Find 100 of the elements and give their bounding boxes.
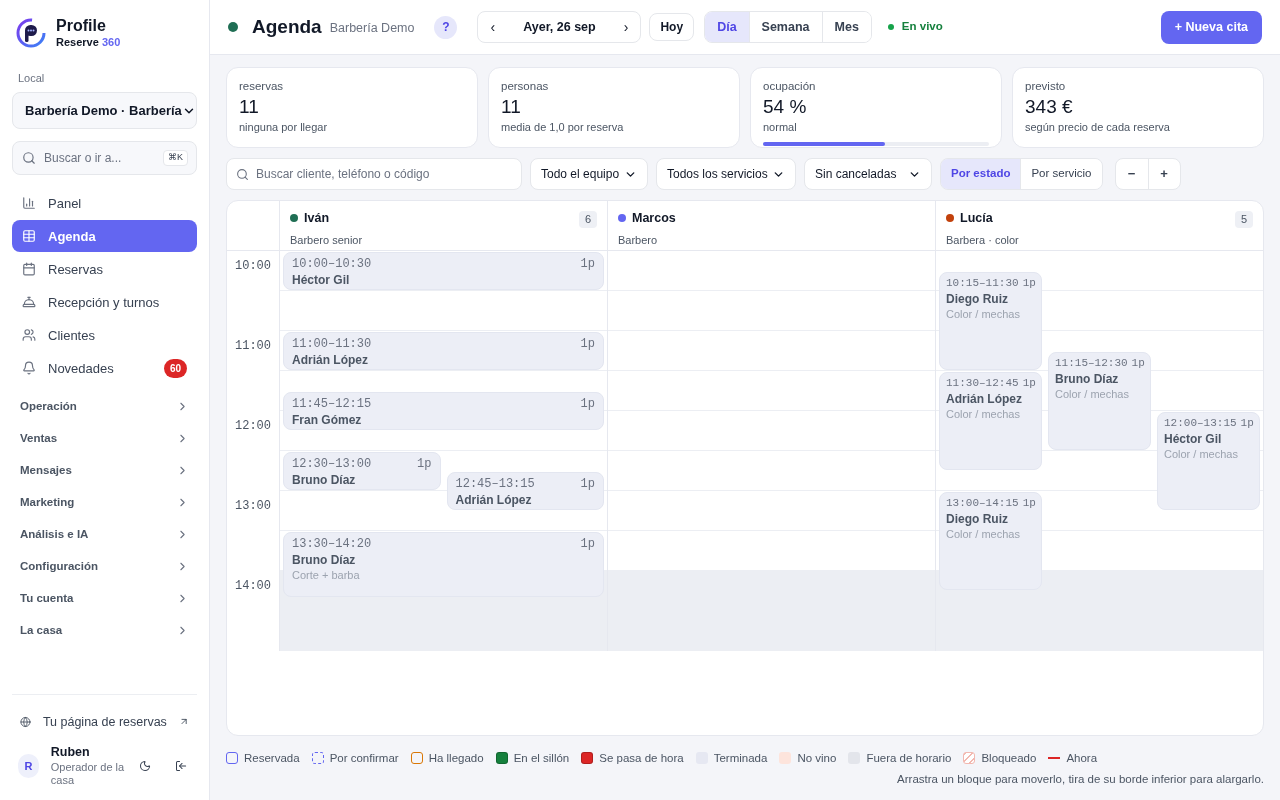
appointment-time: 12:00–13:15 <box>1164 416 1237 431</box>
cancellations-select[interactable]: Sin canceladas <box>804 158 932 190</box>
hour-label: 10:00 <box>235 258 271 273</box>
appointment-time: 10:00–10:30 <box>292 256 372 273</box>
appointment-block[interactable]: 10:15–11:30 1p Diego Ruiz Color / mechas <box>939 272 1042 370</box>
party-size: 1p <box>417 456 432 473</box>
stat-note: normal <box>763 120 798 136</box>
color-mode-tab[interactable]: Por servicio <box>1020 159 1102 189</box>
service-name: Color / mechas <box>1055 386 1130 401</box>
next-day-button[interactable]: › <box>615 16 637 38</box>
local-label: Local <box>17 70 46 86</box>
client-search-field[interactable]: Buscar cliente, teléfono o código <box>226 158 522 190</box>
client-name: Bruno Díaz <box>1055 371 1120 387</box>
party-size: 1p <box>1240 416 1254 431</box>
new-appointment-button[interactable]: + Nueva cita <box>1160 10 1262 44</box>
client-name: Bruno Díaz <box>292 553 357 568</box>
nav-item[interactable]: Novedades 60 <box>12 352 197 385</box>
local-select[interactable]: Barbería Demo · Barbería <box>12 92 197 130</box>
nav-item[interactable]: Reservas <box>12 253 197 286</box>
appointment-time: 11:45–12:15 <box>292 396 372 413</box>
avatar: R <box>18 754 39 779</box>
nav-item[interactable]: Recepción y turnos <box>12 286 197 319</box>
hour-label: 12:00 <box>235 418 271 433</box>
stat-value: 343 € <box>1025 95 1074 120</box>
current-date: Ayer, 26 sep <box>523 18 596 36</box>
party-size: 1p <box>580 396 595 413</box>
legend-label: Por confirmar <box>329 750 399 766</box>
section-toggle[interactable]: Tu cuenta <box>12 582 197 615</box>
nav-item[interactable]: Agenda <box>12 220 197 253</box>
nav-item[interactable]: Panel <box>12 187 197 220</box>
search-icon <box>236 168 249 181</box>
section-toggle[interactable]: Configuración <box>12 550 197 583</box>
logo-icon <box>16 17 46 48</box>
appointment-block[interactable]: 11:15–12:30 1p Bruno Díaz Color / mechas <box>1048 352 1151 450</box>
moon-icon[interactable] <box>138 759 151 774</box>
public-page-link[interactable]: Tu página de reservas <box>12 706 197 737</box>
team-select[interactable]: Todo el equipo <box>530 158 648 190</box>
novedades-icon <box>22 361 36 376</box>
client-name: Diego Ruiz <box>946 291 1009 307</box>
count-badge: 60 <box>163 358 187 378</box>
legend-label: Se pasa de hora <box>599 750 684 766</box>
appointment-count: 6 <box>578 211 597 228</box>
service-name: Corte + barba <box>292 568 361 582</box>
client-name: Adrián López <box>292 353 369 368</box>
appointment-block[interactable]: 12:00–13:15 1p Héctor Gil Color / mechas <box>1157 412 1260 510</box>
page-title: Agenda <box>252 14 322 39</box>
appointment-time: 12:45–13:15 <box>455 476 535 493</box>
appointment-time: 13:30–14:20 <box>292 536 372 553</box>
section-toggle[interactable]: Análisis e IA <box>12 518 197 551</box>
logout-icon[interactable] <box>174 759 187 774</box>
hour-label: 11:00 <box>235 338 271 353</box>
appointment-block[interactable]: 13:00–14:15 1p Diego Ruiz Color / mechas <box>939 492 1042 590</box>
user-role: Operador de la casa <box>50 760 126 788</box>
zoom-in-button[interactable]: + <box>1147 159 1180 189</box>
appointment-block[interactable]: 10:00–10:30 1p Héctor Gil <box>283 252 604 290</box>
stat-label: ocupación <box>763 79 817 94</box>
party-size: 1p <box>1022 496 1036 511</box>
party-size: 1p <box>1022 276 1036 291</box>
legend-label: Terminada <box>713 750 768 766</box>
client-name: Bruno Díaz <box>292 473 357 488</box>
appointment-time: 11:00–11:30 <box>292 336 372 353</box>
clientes-icon <box>22 328 36 343</box>
stat-label: personas <box>501 79 550 94</box>
stat-value: 11 <box>501 95 522 120</box>
section-toggle[interactable]: Operación <box>12 390 197 423</box>
staff-name: Iván <box>304 210 329 227</box>
help-button[interactable]: ? <box>434 15 458 39</box>
legend-label: No vino <box>797 750 837 766</box>
section-toggle[interactable]: Mensajes <box>12 454 197 487</box>
client-name: Héctor Gil <box>292 273 351 288</box>
today-button[interactable]: Hoy <box>649 13 695 41</box>
previous-day-button[interactable]: ‹ <box>482 16 504 38</box>
appointment-block[interactable]: 11:30–12:45 1p Adrián López Color / mechas <box>939 372 1042 470</box>
appointment-block[interactable]: 12:30–13:00 1p Bruno Díaz <box>283 452 441 490</box>
user-name: Ruben <box>50 744 91 761</box>
appointment-count: 5 <box>1234 211 1253 228</box>
appointment-block[interactable]: 11:45–12:15 1p Fran Gómez <box>283 392 604 430</box>
services-select[interactable]: Todos los servicios <box>656 158 796 190</box>
client-name: Adrián López <box>946 391 1023 407</box>
stat-note: ninguna por llegar <box>239 120 329 136</box>
appointment-time: 11:15–12:30 <box>1055 356 1128 371</box>
hour-label: 13:00 <box>235 498 271 513</box>
section-toggle[interactable]: Marketing <box>12 486 197 519</box>
live-label: En vivo <box>901 19 943 35</box>
appointment-block[interactable]: 13:30–14:20 1p Bruno Díaz Corte + barba <box>283 532 604 597</box>
hour-label: 14:00 <box>235 578 271 593</box>
appointment-block[interactable]: 11:00–11:30 1p Adrián López <box>283 332 604 370</box>
nav-item[interactable]: Clientes <box>12 319 197 352</box>
view-tab[interactable]: Día <box>705 12 749 42</box>
section-toggle[interactable]: La casa <box>12 614 197 647</box>
view-tab[interactable]: Mes <box>821 12 871 42</box>
color-mode-tab[interactable]: Por estado <box>941 159 1021 189</box>
appointment-time: 10:15–11:30 <box>946 276 1019 291</box>
panel-icon <box>22 196 36 211</box>
stat-label: reservas <box>239 79 285 94</box>
brand-subtitle: Reserve 360 <box>56 36 121 50</box>
appointment-block[interactable]: 12:45–13:15 1p Adrián López <box>446 472 604 510</box>
zoom-out-button[interactable]: − <box>1115 159 1148 189</box>
section-toggle[interactable]: Ventas <box>12 422 197 455</box>
service-name: Color / mechas <box>946 306 1021 321</box>
